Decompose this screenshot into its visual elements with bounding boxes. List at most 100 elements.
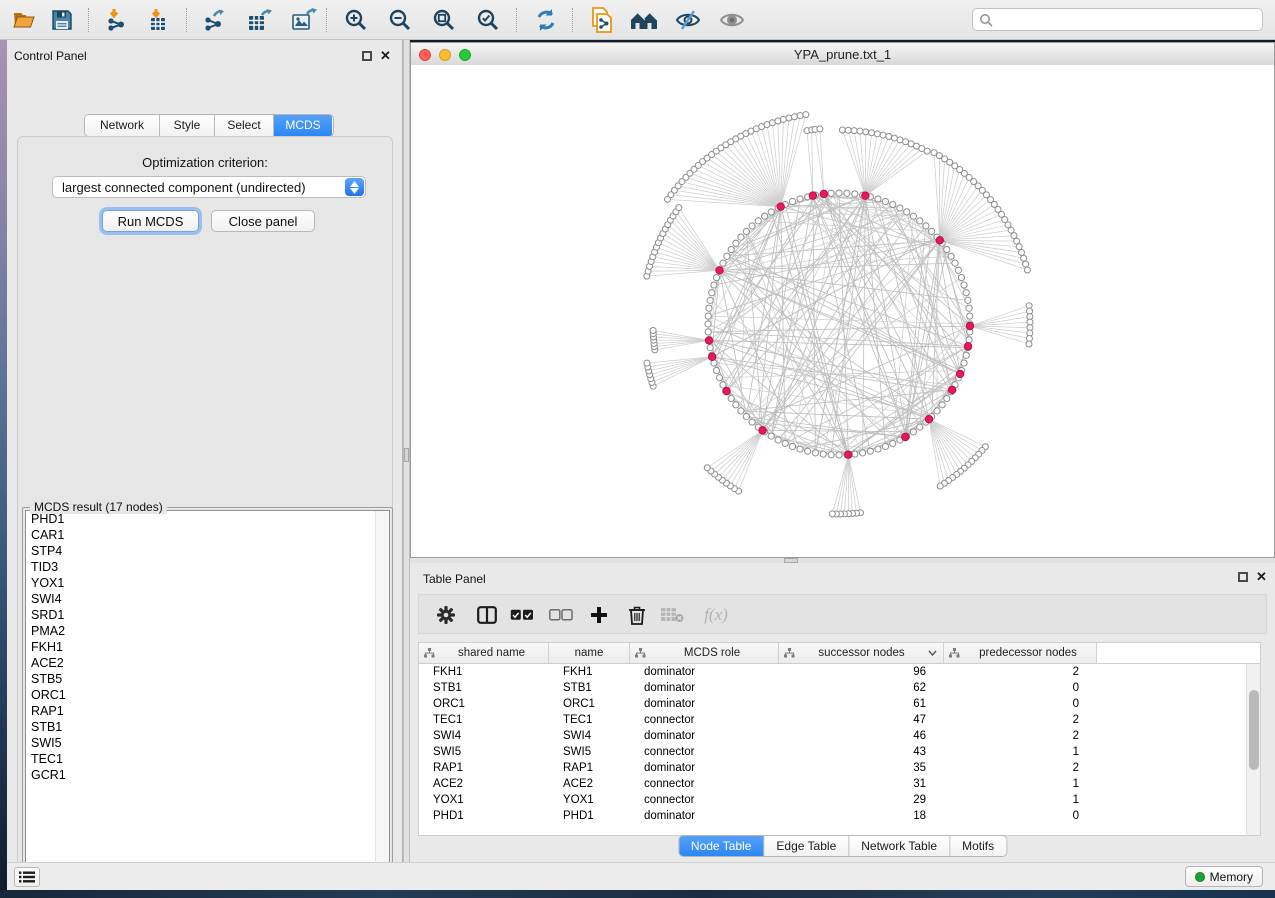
- import-network-icon[interactable]: [104, 6, 132, 34]
- mcds-result-item[interactable]: STB1: [26, 719, 389, 735]
- mcds-result-item[interactable]: CAR1: [26, 527, 389, 543]
- table-cell: 62: [779, 682, 944, 694]
- mcds-result-item[interactable]: RAP1: [26, 703, 389, 719]
- mcds-result-item[interactable]: TID3: [26, 559, 389, 575]
- mcds-result-item[interactable]: GCR1: [26, 767, 389, 783]
- mcds-result-item[interactable]: STB5: [26, 671, 389, 687]
- toolbar-search[interactable]: [972, 8, 1263, 31]
- tab-network[interactable]: Network: [85, 115, 160, 136]
- node-table[interactable]: shared namenameMCDS rolesuccessor nodesp…: [418, 642, 1261, 836]
- close-panel-button[interactable]: Close panel: [211, 210, 315, 232]
- add-column-icon[interactable]: [586, 602, 612, 628]
- table-tab-node-table[interactable]: Node Table: [679, 836, 765, 856]
- column-header-MCDS-role[interactable]: MCDS role: [630, 643, 779, 663]
- export-network-icon[interactable]: [202, 6, 230, 34]
- mcds-list-scrollbar[interactable]: [375, 511, 389, 876]
- run-mcds-button[interactable]: Run MCDS: [102, 210, 199, 232]
- table-tab-network-table[interactable]: Network Table: [849, 836, 950, 856]
- show-graphics-details-icon[interactable]: [718, 6, 746, 34]
- hide-graphics-details-icon[interactable]: [674, 6, 702, 34]
- export-table-icon[interactable]: [246, 6, 274, 34]
- mcds-result-item[interactable]: SWI4: [26, 591, 389, 607]
- column-header-name[interactable]: name: [549, 643, 630, 663]
- table-row[interactable]: PHD1PHD1dominator180: [419, 808, 1260, 824]
- table-cell: STB1: [419, 682, 549, 694]
- zoom-selected-icon[interactable]: [474, 6, 502, 34]
- float-panel-icon[interactable]: [362, 51, 372, 61]
- clone-network-icon[interactable]: [588, 6, 616, 34]
- tab-mcds[interactable]: MCDS: [274, 115, 332, 136]
- table-row[interactable]: YOX1YOX1connector291: [419, 792, 1260, 808]
- vertical-splitter[interactable]: [403, 40, 410, 862]
- table-cell: ORC1: [419, 698, 549, 710]
- table-scrollbar-thumb[interactable]: [1249, 690, 1259, 770]
- save-session-icon[interactable]: [48, 6, 76, 34]
- deselect-all-rows-icon[interactable]: [548, 602, 574, 628]
- import-table-icon[interactable]: [146, 6, 174, 34]
- panel-menu-button[interactable]: [14, 867, 40, 887]
- table-cell: dominator: [630, 698, 779, 710]
- tab-style[interactable]: Style: [160, 115, 215, 136]
- table-row[interactable]: ACE2ACE2connector311: [419, 776, 1260, 792]
- delete-column-icon[interactable]: [624, 602, 650, 628]
- dropdown-stepper-icon: [345, 178, 364, 196]
- table-row[interactable]: SWI4SWI4dominator462: [419, 728, 1260, 744]
- select-all-rows-icon[interactable]: [509, 602, 535, 628]
- criterion-dropdown-value: largest connected component (undirected): [62, 180, 306, 195]
- mcds-result-item[interactable]: STP4: [26, 543, 389, 559]
- zoom-in-icon[interactable]: [342, 6, 370, 34]
- mcds-result-item[interactable]: ORC1: [26, 687, 389, 703]
- column-header-successor-nodes[interactable]: successor nodes: [779, 643, 944, 663]
- export-image-icon[interactable]: [290, 6, 318, 34]
- network-titlebar[interactable]: YPA_prune.txt_1: [411, 43, 1274, 66]
- mcds-result-item[interactable]: ACE2: [26, 655, 389, 671]
- column-header-shared-name[interactable]: shared name: [419, 643, 549, 663]
- column-header-predecessor-nodes[interactable]: predecessor nodes: [944, 643, 1097, 663]
- table-row[interactable]: SWI5SWI5connector431: [419, 744, 1260, 760]
- zoom-out-icon[interactable]: [386, 6, 414, 34]
- table-tab-edge-table[interactable]: Edge Table: [764, 836, 849, 856]
- criterion-dropdown[interactable]: largest connected component (undirected): [52, 176, 366, 198]
- splitter-handle[interactable]: [404, 448, 409, 462]
- table-row[interactable]: FKH1FKH1dominator962: [419, 664, 1260, 680]
- tab-select[interactable]: Select: [215, 115, 274, 136]
- table-row[interactable]: RAP1RAP1dominator352: [419, 760, 1260, 776]
- float-panel-icon[interactable]: [1238, 572, 1248, 582]
- first-neighbors-icon[interactable]: [630, 6, 658, 34]
- mcds-result-item[interactable]: FKH1: [26, 639, 389, 655]
- table-cell: 1: [944, 794, 1097, 806]
- table-cell: dominator: [630, 810, 779, 822]
- toolbar-separator: [516, 8, 517, 32]
- open-file-icon[interactable]: [10, 6, 38, 34]
- network-canvas[interactable]: [411, 65, 1274, 557]
- column-visibility-icon[interactable]: [474, 602, 500, 628]
- function-builder-icon[interactable]: f(x): [697, 602, 735, 628]
- memory-status-icon: [1195, 872, 1205, 882]
- delete-table-icon[interactable]: [659, 602, 685, 628]
- table-row[interactable]: ORC1ORC1dominator610: [419, 696, 1260, 712]
- search-input[interactable]: [993, 12, 1262, 28]
- table-cell: 43: [779, 746, 944, 758]
- apply-layout-icon[interactable]: [532, 6, 560, 34]
- close-panel-icon[interactable]: ✕: [1256, 572, 1267, 582]
- table-settings-icon[interactable]: [433, 602, 459, 628]
- close-panel-icon[interactable]: ✕: [380, 51, 391, 61]
- table-cell: TEC1: [419, 714, 549, 726]
- table-scrollbar[interactable]: [1246, 664, 1260, 835]
- mcds-result-item[interactable]: YOX1: [26, 575, 389, 591]
- table-cell: ACE2: [549, 778, 630, 790]
- table-tab-motifs[interactable]: Motifs: [950, 836, 1006, 856]
- memory-button[interactable]: Memory: [1185, 866, 1263, 887]
- mcds-result-list[interactable]: PHD1CAR1STP4TID3YOX1SWI4SRD1PMA2FKH1ACE2…: [25, 510, 390, 877]
- table-row[interactable]: TEC1TEC1connector472: [419, 712, 1260, 728]
- mcds-result-item[interactable]: TEC1: [26, 751, 389, 767]
- mcds-result-item[interactable]: PMA2: [26, 623, 389, 639]
- zoom-fit-icon[interactable]: [430, 6, 458, 34]
- control-panel-tabs: NetworkStyleSelectMCDS: [84, 114, 334, 137]
- mcds-result-item[interactable]: SWI5: [26, 735, 389, 751]
- table-row[interactable]: STB1STB1dominator620: [419, 680, 1260, 696]
- table-cell: RAP1: [419, 762, 549, 774]
- node-table-body: FKH1FKH1dominator962STB1STB1dominator620…: [419, 664, 1260, 824]
- mcds-result-item[interactable]: SRD1: [26, 607, 389, 623]
- table-cell: YOX1: [549, 794, 630, 806]
